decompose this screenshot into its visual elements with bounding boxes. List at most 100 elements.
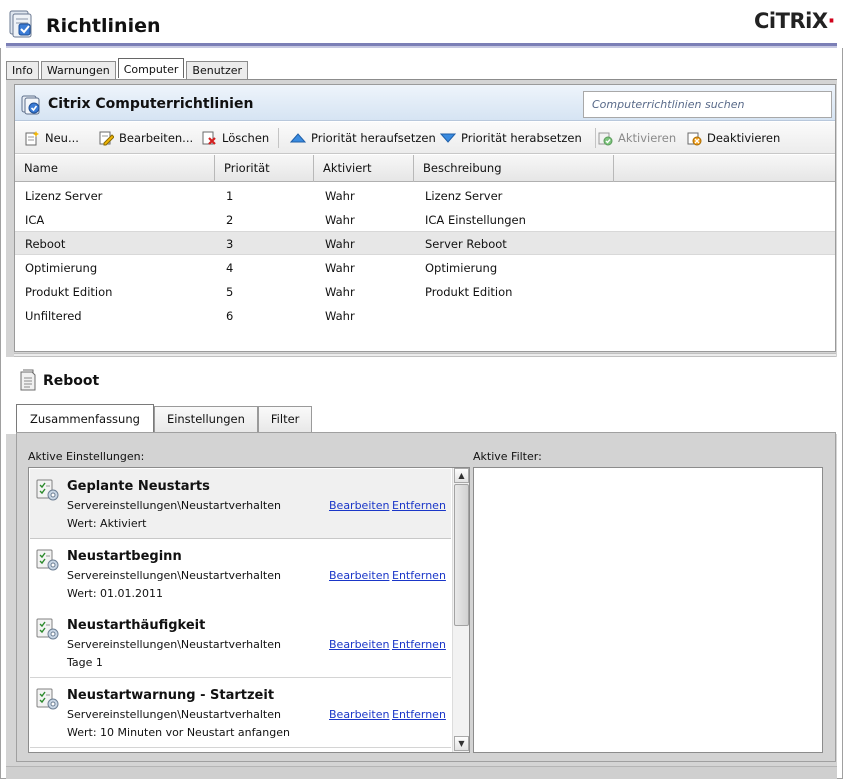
setting-path: Servereinstellungen\Neustartverhalten [67,569,281,582]
delete-button[interactable]: Löschen [201,130,269,146]
scroll-down-icon[interactable]: ▼ [454,736,469,751]
new-button[interactable]: Neu... [24,130,79,146]
setting-icon [36,479,59,501]
table-row[interactable]: Unfiltered 6 Wahr [15,304,835,328]
remove-link[interactable]: Entfernen [392,569,446,582]
edit-link[interactable]: Bearbeiten [329,638,389,651]
table-row[interactable]: Lizenz Server 1 Wahr Lizenz Server [15,184,835,208]
table-row[interactable]: Optimierung 4 Wahr Optimierung [15,256,835,280]
detail-tab-bar: Zusammenfassung Einstellungen Filter [16,404,313,433]
header: Richtlinien CiTRiX· [0,0,843,48]
table-row-selected[interactable]: Reboot 3 Wahr Server Reboot [15,231,835,255]
cell-enabled: Wahr [325,309,355,323]
toolbar-separator [278,128,279,148]
tab-einstellungen[interactable]: Einstellungen [153,406,258,432]
cell-enabled: Wahr [325,213,355,227]
table-row[interactable]: Produkt Edition 5 Wahr Produkt Edition [15,280,835,304]
setting-name: Neustartwarnung - Startzeit [67,688,275,703]
column-header-description[interactable]: Beschreibung [414,155,614,182]
header-divider-light [6,46,837,48]
settings-scrollbar[interactable]: ▲ ▼ [452,468,469,752]
bottom-bar [6,766,837,779]
list-item[interactable]: Geplante Neustarts Servereinstellungen\N… [30,469,451,539]
edit-link[interactable]: Bearbeiten [329,569,389,582]
disable-icon [687,132,702,146]
list-item[interactable]: Neustartbeginn Servereinstellungen\Neust… [30,539,451,609]
citrix-logo: CiTRiX· [754,9,836,33]
tab-warnungen[interactable]: Warnungen [40,61,116,80]
setting-path: Servereinstellungen\Neustartverhalten [67,708,281,721]
lower-priority-button[interactable]: Priorität herabsetzen [440,130,582,146]
cell-description: Server Reboot [425,237,507,251]
disable-button[interactable]: Deaktivieren [686,130,780,146]
cell-enabled: Wahr [325,285,355,299]
setting-icon [36,618,59,640]
delete-button-label: Löschen [222,131,270,145]
cell-description: Optimierung [425,261,498,275]
page-title: Richtlinien [46,15,161,37]
list-item[interactable]: Neustarthäufigkeit Servereinstellungen\N… [30,608,451,678]
active-settings-label: Aktive Einstellungen: [28,450,145,463]
arrow-up-icon [290,133,306,143]
tab-benutzer[interactable]: Benutzer [186,61,249,80]
active-filters-label: Aktive Filter: [473,450,542,463]
top-tab-bar: Info Warnungen Computer Benutzer [6,58,250,80]
setting-name: Neustartbeginn [67,549,182,564]
new-icon [25,131,39,146]
edit-button[interactable]: Bearbeiten... [98,130,193,146]
column-header-enabled[interactable]: Aktiviert [314,155,414,182]
cell-priority: 6 [226,309,234,323]
cell-description: Lizenz Server [425,189,503,203]
setting-value: Wert: 01.01.2011 [67,587,164,600]
cell-enabled: Wahr [325,237,355,251]
computer-policies-icon [21,95,40,115]
setting-name: Geplante Neustarts [67,479,210,494]
policy-search-input[interactable]: Computerrichtlinien suchen [583,91,832,118]
new-button-label: Neu... [45,131,79,145]
remove-link[interactable]: Entfernen [392,499,446,512]
edit-link[interactable]: Bearbeiten [329,708,389,721]
remove-link[interactable]: Entfernen [392,638,446,651]
policies-panel-header: Citrix Computerrichtlinien Computerricht… [15,85,835,121]
setting-value: Tage 1 [67,656,103,669]
remove-link[interactable]: Entfernen [392,708,446,721]
cell-description: Produkt Edition [425,285,513,299]
tab-info[interactable]: Info [6,61,39,80]
cell-name: Produkt Edition [25,285,113,299]
tab-zusammenfassung[interactable]: Zusammenfassung [16,404,154,433]
enable-button[interactable]: Aktivieren [597,130,676,146]
lower-priority-label: Priorität herabsetzen [461,131,582,145]
edit-icon [99,131,114,146]
scroll-thumb[interactable] [454,484,469,626]
toolbar-separator [595,128,596,148]
setting-name: Neustarthäufigkeit [67,618,206,633]
selected-policy-title: Reboot [43,373,100,389]
tab-computer[interactable]: Computer [117,58,185,78]
column-header-priority[interactable]: Priorität [215,155,314,182]
edit-link[interactable]: Bearbeiten [329,499,389,512]
tab-filter[interactable]: Filter [257,406,313,432]
raise-priority-button[interactable]: Priorität heraufsetzen [290,130,436,146]
delete-icon [202,131,216,145]
cell-description: ICA Einstellungen [425,213,526,227]
active-settings-list: Geplante Neustarts Servereinstellungen\N… [28,467,470,753]
cell-name: Optimierung [25,261,98,275]
active-filters-list [473,467,823,753]
cell-priority: 5 [226,285,234,299]
cell-name: Lizenz Server [25,189,103,203]
cell-name: Unfiltered [25,309,82,323]
list-item[interactable]: Neustartwarnung - Startzeit Servereinste… [30,678,451,748]
cell-description [416,304,425,328]
edit-button-label: Bearbeiten... [119,131,194,145]
setting-value: Wert: Aktiviert [67,517,147,530]
table-row[interactable]: ICA 2 Wahr ICA Einstellungen [15,208,835,232]
disable-button-label: Deaktivieren [707,131,781,145]
cell-name: ICA [25,213,45,227]
scroll-up-icon[interactable]: ▲ [454,468,469,483]
cell-priority: 1 [226,189,234,203]
column-header-name[interactable]: Name [15,155,215,182]
setting-icon [36,549,59,571]
enable-button-label: Aktivieren [618,131,677,145]
policies-toolbar: Neu... Bearbeiten... Löschen Priorität h… [15,122,835,154]
policies-icon [9,10,32,38]
